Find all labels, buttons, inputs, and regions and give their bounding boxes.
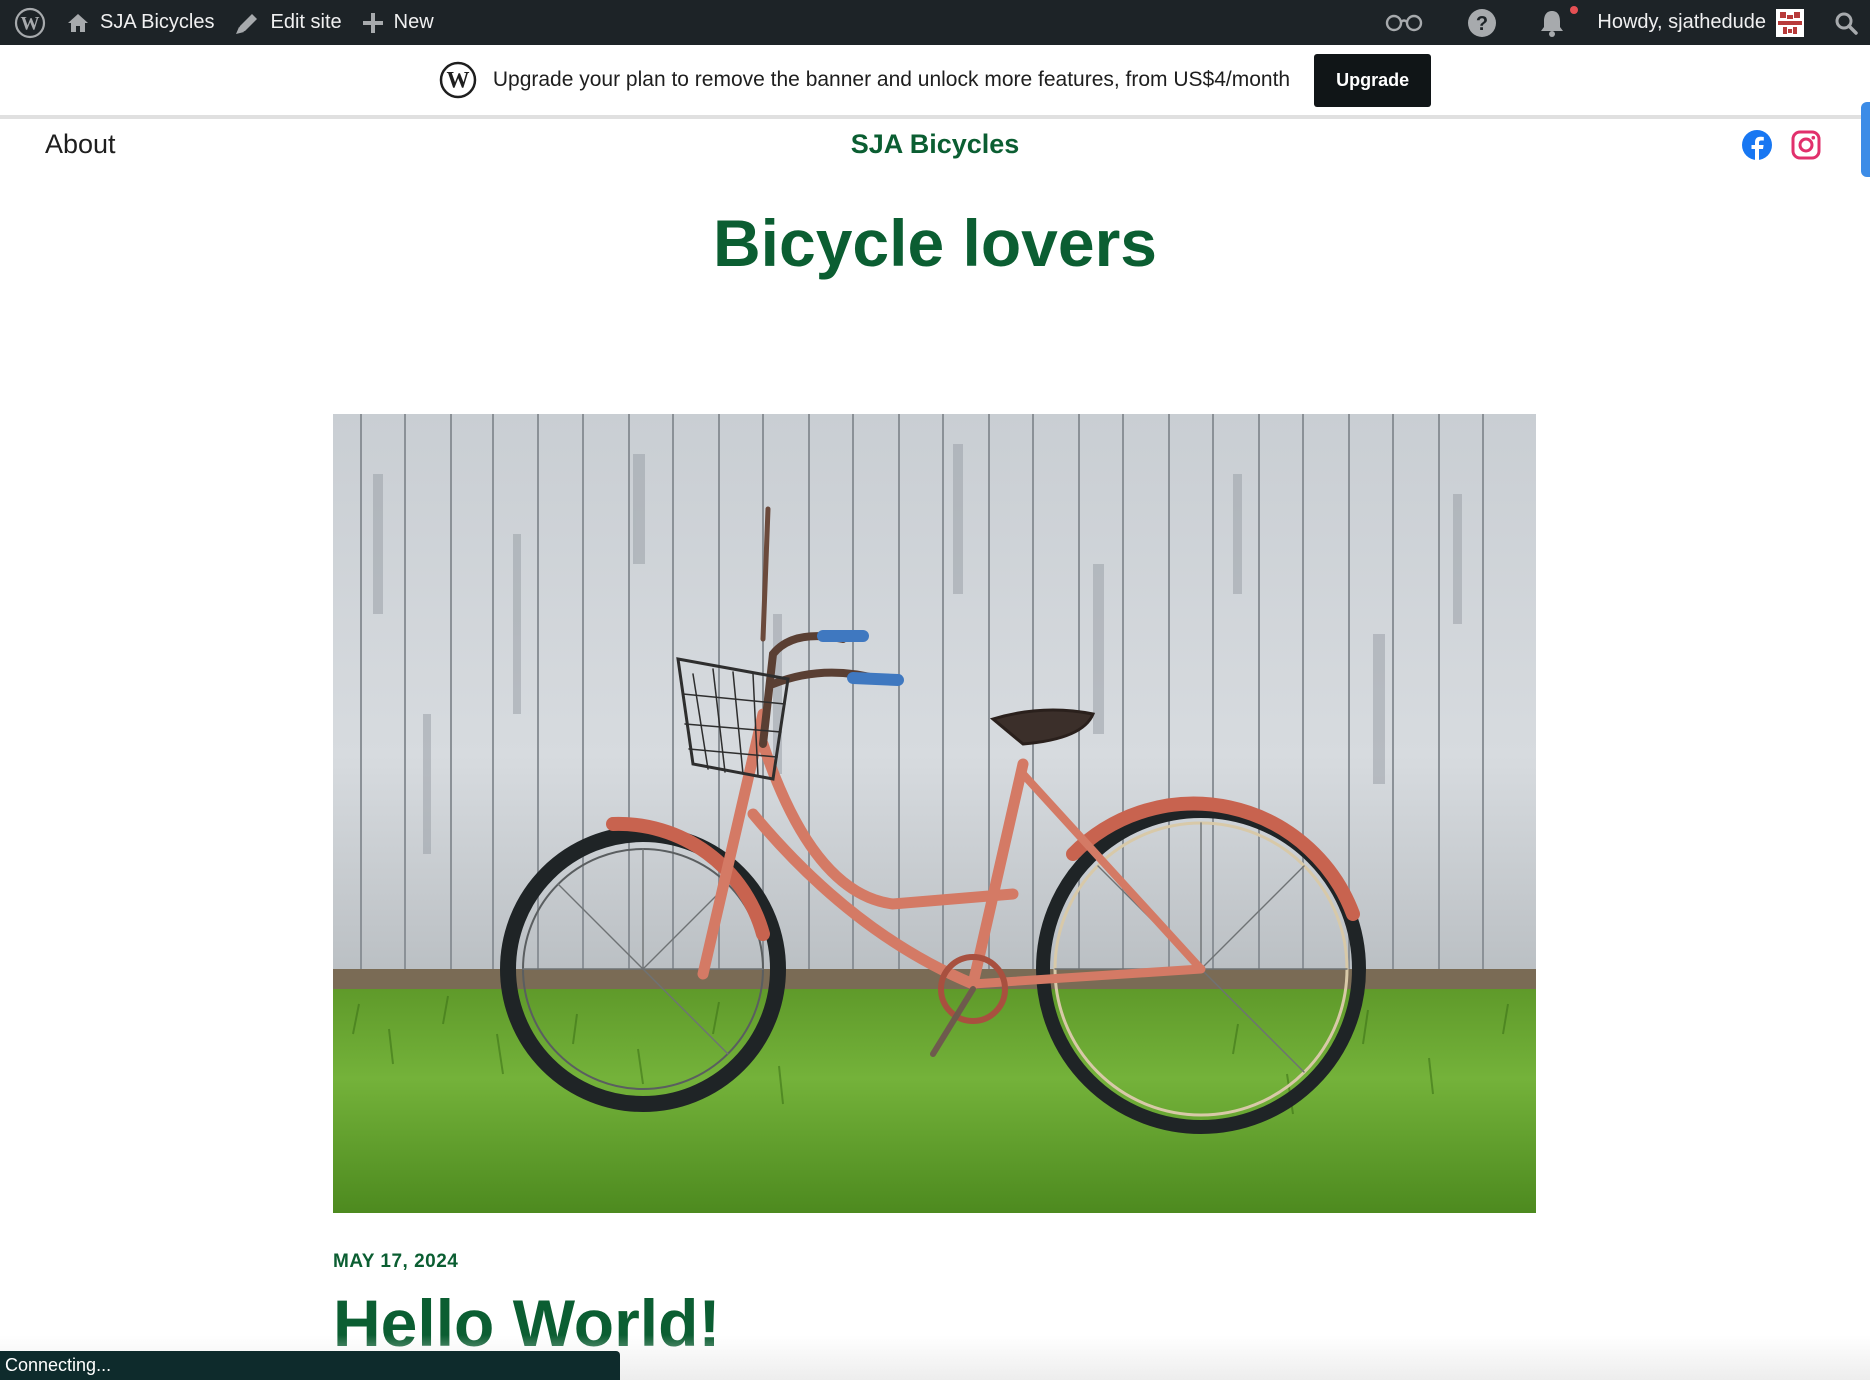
home-icon (68, 13, 88, 32)
featured-image[interactable] (333, 414, 1536, 1213)
bicycle-photo (333, 414, 1536, 1213)
instagram-icon[interactable] (1790, 129, 1822, 161)
admin-bar-left: W SJA Bicycles Edit site New (0, 0, 444, 45)
facebook-icon[interactable] (1741, 129, 1773, 161)
avatar (1776, 8, 1804, 37)
search-icon (1835, 12, 1858, 35)
site-header: About SJA Bicycles (0, 123, 1870, 173)
site-name-menu[interactable]: SJA Bicycles (56, 0, 224, 45)
site-title: SJA Bicycles (0, 129, 1870, 160)
reader-button[interactable] (1361, 0, 1447, 45)
page-heading: Bicycle lovers (713, 206, 1157, 280)
nav-item-about[interactable]: About (45, 129, 116, 160)
upgrade-button[interactable]: Upgrade (1314, 53, 1432, 107)
browser-status-bar: Connecting... (0, 1351, 620, 1380)
notification-dot (1570, 6, 1579, 14)
edit-site-label: Edit site (270, 11, 342, 33)
admin-bar: W SJA Bicycles Edit site New ? Howdy, sj… (0, 0, 1870, 45)
post-title[interactable]: Hello World! (333, 1285, 720, 1361)
reader-glasses-icon (1386, 14, 1423, 31)
new-label: New (393, 11, 434, 33)
howdy-label: Howdy, sjathedude (1597, 11, 1766, 33)
svg-text:W: W (446, 68, 469, 93)
bell-icon (1541, 10, 1564, 37)
site-name-label: SJA Bicycles (100, 11, 215, 33)
edit-site-button[interactable]: Edit site (224, 0, 351, 45)
svg-text:W: W (21, 13, 40, 34)
wordpress-logo-icon: W (439, 61, 477, 99)
upgrade-message: Upgrade your plan to remove the banner a… (492, 68, 1291, 91)
post-date: MAY 17, 2024 (333, 1251, 459, 1272)
notifications-button[interactable] (1517, 0, 1587, 45)
plus-icon (362, 12, 383, 33)
wordpress-logo-icon: W (14, 7, 46, 38)
help-button[interactable]: ? (1447, 0, 1517, 45)
admin-bar-right: ? Howdy, sjathedude (1361, 0, 1870, 45)
account-menu[interactable]: Howdy, sjathedude (1587, 0, 1814, 45)
admin-search-button[interactable] (1814, 0, 1870, 45)
site-title-link[interactable]: SJA Bicycles (851, 129, 1020, 159)
wordpress-menu[interactable]: W (4, 0, 56, 45)
edit-pencil-icon (236, 13, 258, 34)
svg-text:?: ? (1476, 13, 1488, 35)
upgrade-banner: W Upgrade your plan to remove the banner… (0, 45, 1870, 119)
new-content-menu[interactable]: New (352, 0, 444, 45)
help-icon: ? (1468, 8, 1497, 37)
